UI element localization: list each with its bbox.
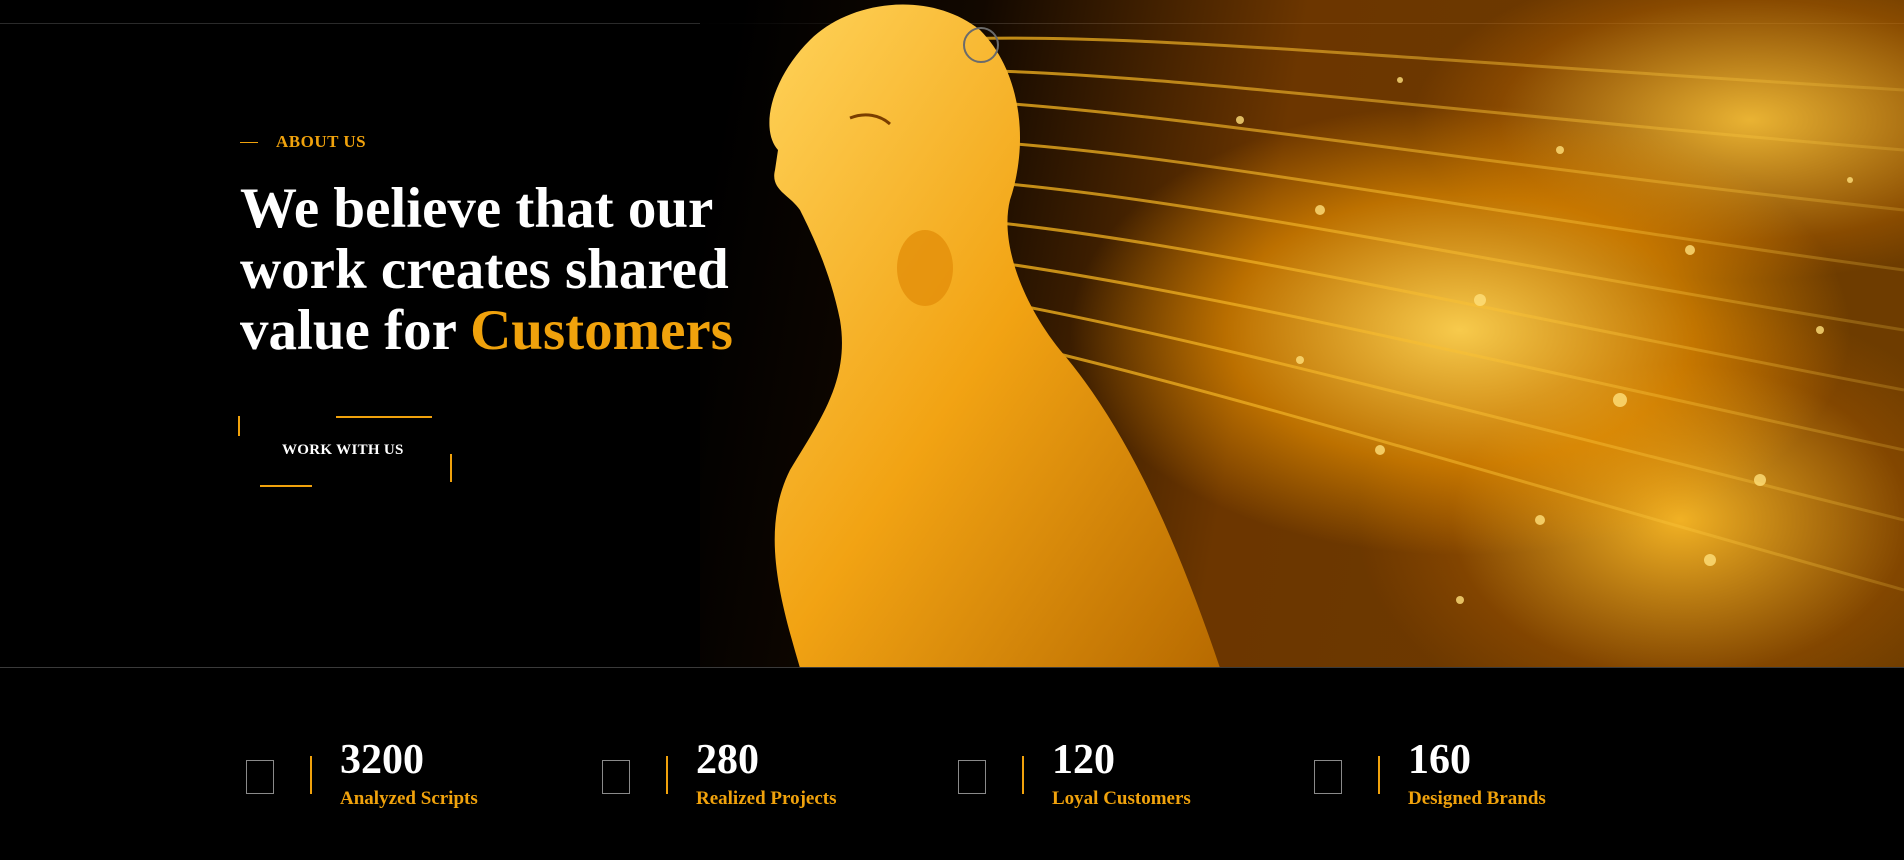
stat-divider bbox=[1022, 756, 1024, 794]
stat-divider bbox=[666, 756, 668, 794]
hero-golden-portrait-image bbox=[700, 0, 1904, 668]
stat-label: Analyzed Scripts bbox=[340, 788, 478, 809]
generic-square-icon bbox=[602, 760, 630, 794]
section-label-text: ABOUT US bbox=[276, 132, 367, 151]
work-with-us-button[interactable]: WORK WITH US bbox=[238, 414, 454, 488]
stat-value: 160 bbox=[1408, 737, 1471, 783]
hero-headline: We believe that our work creates shared … bbox=[240, 178, 800, 361]
stat-divider bbox=[310, 756, 312, 794]
generic-square-icon bbox=[958, 760, 986, 794]
label-dash bbox=[240, 141, 258, 143]
stat-divider bbox=[1378, 756, 1380, 794]
work-with-us-label: WORK WITH US bbox=[282, 442, 404, 458]
stat-value: 280 bbox=[696, 737, 759, 783]
generic-square-icon bbox=[246, 760, 274, 794]
hero-section: ABOUT US We believe that our work create… bbox=[0, 0, 1904, 668]
generic-square-icon bbox=[1314, 760, 1342, 794]
stat-value: 3200 bbox=[340, 737, 424, 783]
stats-section: 3200 Analyzed Scripts 280 Realized Proje… bbox=[0, 668, 1904, 860]
stat-label: Loyal Customers bbox=[1052, 788, 1191, 809]
cursor-indicator bbox=[963, 27, 999, 63]
headline-accent: Customers bbox=[470, 299, 733, 362]
section-label: ABOUT US bbox=[240, 132, 366, 152]
stat-value: 120 bbox=[1052, 737, 1115, 783]
stat-label: Realized Projects bbox=[696, 788, 837, 809]
stat-label: Designed Brands bbox=[1408, 788, 1546, 809]
